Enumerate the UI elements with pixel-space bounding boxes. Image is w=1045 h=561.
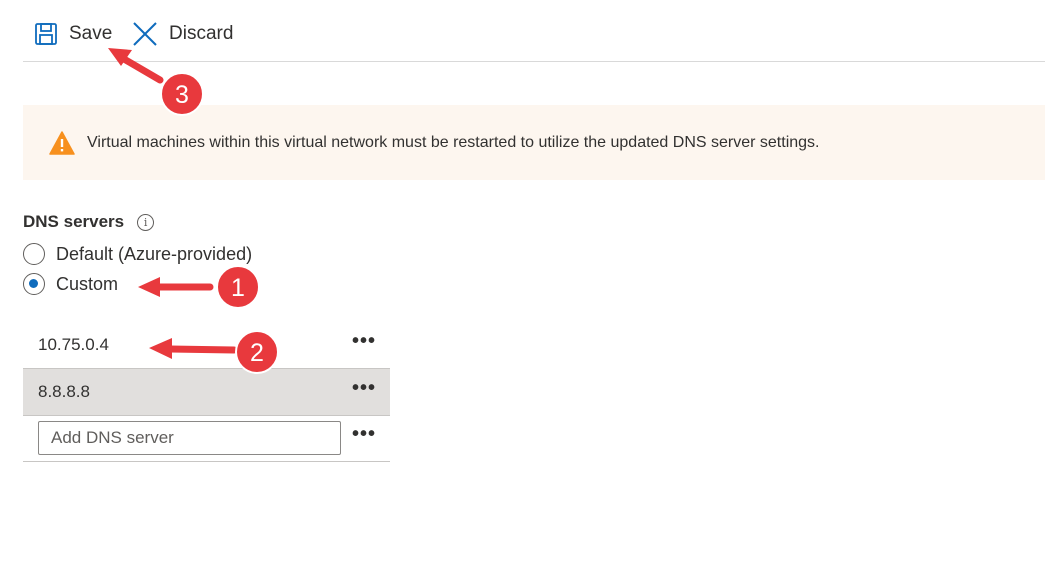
save-label: Save <box>69 23 113 44</box>
radio-custom-label: Custom <box>56 273 119 294</box>
radio-custom[interactable]: Custom <box>23 270 118 298</box>
add-dns-server-input[interactable] <box>38 421 341 455</box>
more-options-button[interactable]: ••• <box>352 331 376 351</box>
info-icon[interactable]: i <box>137 213 155 231</box>
discard-label: Discard <box>169 23 234 44</box>
callout-number-1: 1 <box>231 274 245 302</box>
warning-message: Virtual machines within this virtual net… <box>87 133 820 151</box>
dns-server-value: 8.8.8.8 <box>38 382 90 401</box>
more-options-button[interactable]: ••• <box>352 424 376 444</box>
save-button[interactable]: Save <box>34 18 112 50</box>
close-icon <box>133 22 157 46</box>
dns-server-value: 10.75.0.4 <box>38 335 109 354</box>
radio-default-circle[interactable] <box>23 243 45 265</box>
command-bar: Save Discard <box>23 0 1045 62</box>
warning-banner: Virtual machines within this virtual net… <box>23 105 1045 180</box>
save-icon <box>35 23 57 45</box>
radio-default-label: Default (Azure-provided) <box>56 243 253 264</box>
more-options-button[interactable]: ••• <box>352 378 376 398</box>
annotation-overlay: 3 1 2 <box>108 48 279 374</box>
dns-servers-title: DNS servers <box>23 212 125 231</box>
radio-default[interactable]: Default (Azure-provided) <box>23 240 252 268</box>
warning-icon <box>49 130 75 155</box>
radio-custom-circle[interactable] <box>23 273 45 295</box>
dns-server-row[interactable]: 10.75.0.4 ••• <box>23 322 390 369</box>
callout-arrow-1: 1 <box>138 265 260 309</box>
dns-server-row[interactable]: 8.8.8.8 ••• <box>23 369 390 416</box>
dns-add-row: ••• <box>23 415 390 462</box>
dns-servers-heading: DNS servers i <box>23 212 155 232</box>
discard-button[interactable]: Discard <box>132 18 233 50</box>
